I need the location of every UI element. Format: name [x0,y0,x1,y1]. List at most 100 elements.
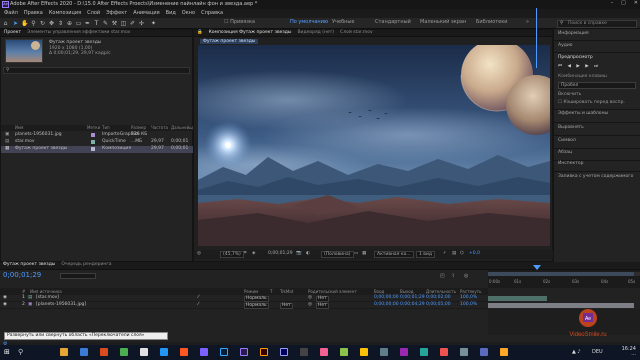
workspace-libraries[interactable]: Библиотеки [476,20,508,25]
region-of-interest-icon[interactable]: ▭ [354,251,358,257]
app-icon[interactable] [320,348,328,356]
app-icon[interactable] [440,348,448,356]
puppet-pin-tool-icon[interactable]: ✢ [138,20,145,27]
tray-icons[interactable]: ▲ ♪ [572,350,581,355]
app-icon[interactable] [360,348,368,356]
preview-transport-controls[interactable]: ⏮ ◀ ▶ ▶ ⏭ [558,64,600,70]
project-search-input[interactable]: ⚲ [3,67,190,74]
label-color-swatch[interactable] [91,133,95,137]
premiere-icon[interactable] [280,348,288,356]
video-toggle-icon[interactable]: ◉ [3,302,7,308]
blend-mode-dropdown[interactable]: Нормаль [244,296,269,302]
menu-window[interactable]: Окно [182,11,195,16]
label-color-swatch[interactable] [91,140,95,144]
views-dropdown[interactable]: 1 вид [416,251,435,258]
workspace-learn[interactable]: Учебные [332,20,354,25]
flowchart-icon[interactable]: ⌬ [460,251,464,257]
selection-tool-icon[interactable]: ➤ [12,20,19,27]
shy-switch-icon[interactable]: ⁄ [198,295,199,301]
workspace-small-screen[interactable]: Маленький экран [420,20,466,25]
type-tool-icon[interactable]: T [93,20,100,27]
shy-switch-icon[interactable]: ⁄ [198,302,199,308]
menu-composition[interactable]: Композиция [49,11,81,16]
dolly-tool-icon[interactable]: ⇕ [57,20,64,27]
shortcut-dropdown[interactable]: Пробел [558,82,636,89]
panel-audio[interactable]: Аудио [558,43,573,49]
tab-timeline-comp[interactable]: Футаж проект звезды [3,263,55,268]
timeline-icon[interactable]: ▤ [452,251,456,257]
fast-previews-icon[interactable]: ⚡ [443,251,446,257]
col-labels[interactable]: Метки [87,126,100,130]
app-icon[interactable] [340,348,348,356]
roto-brush-tool-icon[interactable]: ✐ [129,20,136,27]
magnification-dropdown[interactable]: (45,7%) [220,251,244,258]
zoom-tool-icon[interactable]: ⚲ [30,20,37,27]
layer-name[interactable]: [planets-1956031.jpg] [36,302,86,308]
app-icon[interactable] [160,348,168,356]
col-type[interactable]: Тип [102,126,110,130]
rectangle-tool-icon[interactable]: ▭ [75,20,82,27]
photoshop-icon[interactable] [220,348,228,356]
menu-effect[interactable]: Эффект [106,11,127,16]
app-icon[interactable] [200,348,208,356]
app-icon[interactable] [100,348,108,356]
tab-effect-controls[interactable]: Элементы управления эффектами star.mov [27,30,130,36]
mask-visibility-icon[interactable]: ◈ [252,251,255,257]
hand-tool-icon[interactable]: ✋ [21,20,28,27]
composition-breadcrumb[interactable]: Футаж проект звезды [200,39,259,44]
workspace-default[interactable]: По умолчанию [290,20,328,25]
panel-tracker[interactable]: Инспектор [558,161,583,167]
tab-footage[interactable]: Видеоряд (нет) [297,30,334,36]
roto-edge-tool-icon[interactable]: ✦ [150,20,157,27]
language-indicator[interactable]: DEU [592,350,603,355]
transparency-grid-icon[interactable]: ▦ [362,251,366,257]
blend-mode-dropdown[interactable]: Нормаль [244,303,269,309]
orbit-tool-icon[interactable]: ↻ [39,20,46,27]
clone-stamp-tool-icon[interactable]: ⚒ [111,20,118,27]
playhead-handle-icon[interactable] [533,265,541,270]
panel-preview[interactable]: Предпросмотр [558,55,593,61]
panel-paragraph[interactable]: Абзац [558,150,572,156]
tab-layer[interactable]: Слой star.mov [340,30,373,36]
workspace-more-icon[interactable]: » [526,20,529,25]
timeline-layer-row[interactable]: ◉ 1 ▤ [star.mov] ⁄ Нормаль ◎ Нет 0;00;00… [0,295,488,302]
col-name[interactable]: Имя [15,126,23,130]
app-icon[interactable] [300,348,308,356]
resolution-grid-icon[interactable]: ⌗ [244,251,247,257]
menu-help[interactable]: Справка [201,11,223,16]
pan-behind-tool-icon[interactable]: ⊕ [66,20,73,27]
video-toggle-icon[interactable]: ◉ [3,295,7,301]
panel-content-aware-fill[interactable]: Заливка с учетом содержимого [558,174,633,180]
lock-icon[interactable]: 🔒 [197,30,203,36]
browser-icon[interactable] [80,348,88,356]
current-time-display[interactable]: 0;00;01;29 [268,251,293,257]
search-icon[interactable]: ⚲ [18,348,26,356]
app-icon[interactable] [460,348,468,356]
app-icon[interactable] [480,348,488,356]
pickwhip-icon[interactable]: ◎ [308,295,312,301]
menu-view[interactable]: Вид [166,11,176,16]
app-icon[interactable] [500,348,508,356]
composition-canvas[interactable] [198,45,550,246]
app-icon[interactable] [180,348,188,356]
project-item[interactable]: ▣ planets-1956031.jpg ImporteGraphics 33… [1,132,194,139]
menu-layer[interactable]: Слой [87,11,100,16]
work-area-bar[interactable] [488,272,634,276]
project-item-selected[interactable]: ▦ Футаж проект звезды Композиция 29,97 0… [1,146,194,153]
timeline-layer-row[interactable]: ◉ 2 ▣ [planets-1956031.jpg] ⁄ Нормаль Не… [0,302,488,309]
snapshot-icon[interactable]: 📷 [296,251,302,257]
windows-start-icon[interactable]: ⊞ [4,348,12,356]
brush-tool-icon[interactable]: ✎ [102,20,109,27]
menu-file[interactable]: Файл [4,11,18,16]
help-search-input[interactable]: ⚲ Поиск в справке [557,20,637,28]
project-item[interactable]: ▤ star.mov QuickTime ...МБ 29,97 0;00;01 [1,139,194,146]
show-channel-icon[interactable]: ◐ [306,251,310,257]
tab-render-queue[interactable]: Очередь рендеринга [61,263,111,268]
pan-tool-icon[interactable]: ✥ [48,20,55,27]
workspace-standard[interactable]: Стандартный [375,20,411,25]
track-matte-dropdown[interactable]: Нет [280,303,293,309]
col-size[interactable]: Размер [131,126,146,130]
after-effects-taskbar-icon[interactable] [240,348,248,356]
minimize-icon[interactable]: – [611,1,614,6]
close-icon[interactable]: ✕ [634,1,638,6]
